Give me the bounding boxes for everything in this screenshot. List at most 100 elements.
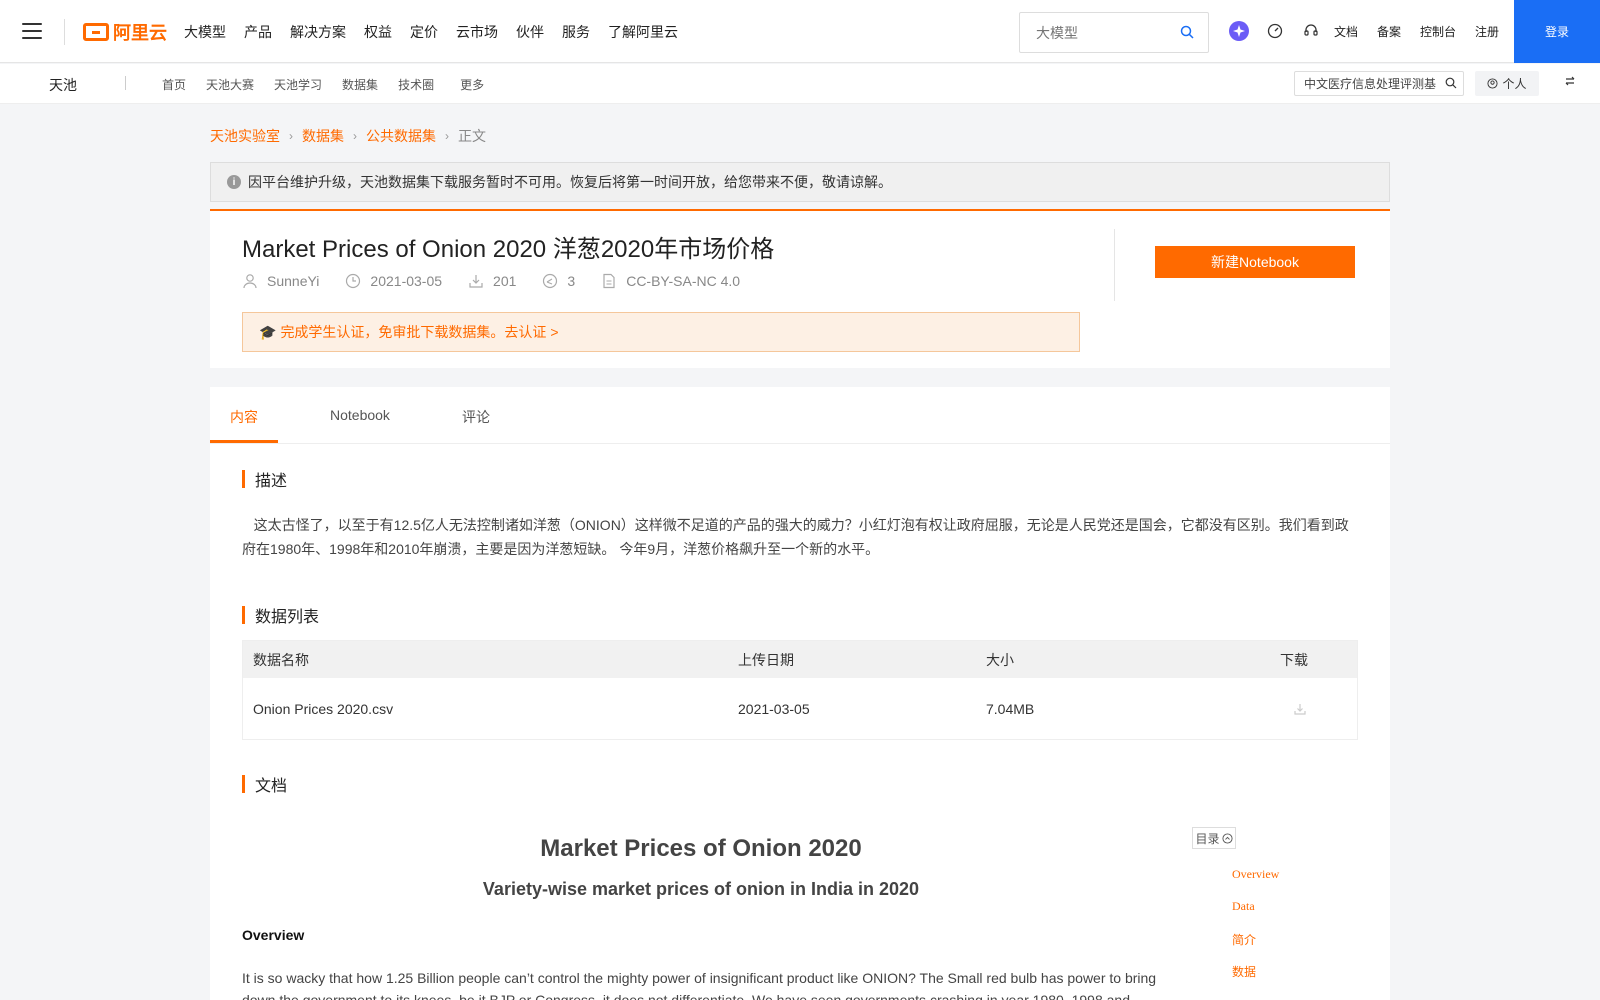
publish-date: 2021-03-05 (370, 273, 443, 289)
student-verification-banner[interactable]: 🎓 完成学生认证，免审批下载数据集。去认证 > (242, 312, 1080, 352)
toc-item-data-cn[interactable]: 数据 (1232, 963, 1256, 980)
share-count: 3 (567, 273, 576, 289)
menu-item-models[interactable]: 大模型 (184, 22, 226, 42)
logo-text: 阿里云 (113, 23, 167, 43)
dashboard-icon[interactable] (1264, 20, 1286, 42)
maintenance-notice: i 因平台维护升级，天池数据集下载服务暂时不可用。恢复后将第一时间开放，给您带来… (210, 162, 1390, 202)
customer-service-icon[interactable] (1300, 20, 1322, 42)
new-notebook-button[interactable]: 新建Notebook (1155, 246, 1355, 278)
top-search-input[interactable] (1020, 13, 1170, 52)
chevron-right-icon: › (289, 129, 293, 143)
login-button[interactable]: 登录 (1514, 0, 1600, 63)
menu-item-about[interactable]: 了解阿里云 (608, 22, 678, 42)
column-header-size: 大小 (986, 651, 1014, 668)
link-register[interactable]: 注册 (1475, 23, 1499, 40)
info-icon: i (227, 175, 241, 189)
toc-toggle-button[interactable]: 目录 (1192, 827, 1236, 849)
main-menu: 大模型 产品 解决方案 权益 定价 云市场 伙伴 服务 了解阿里云 (184, 0, 696, 63)
graduation-cap-icon: 🎓 (259, 323, 277, 340)
tianchi-search-box (1294, 71, 1464, 96)
submenu-home[interactable]: 首页 (162, 76, 186, 93)
menu-item-pricing[interactable]: 定价 (410, 22, 438, 42)
section-data-list-title: 数据列表 (242, 603, 319, 627)
hamburger-menu-icon[interactable] (22, 23, 42, 41)
search-icon[interactable] (1180, 25, 1194, 39)
divider (64, 19, 65, 45)
chevron-up-circle-icon (1221, 832, 1233, 844)
link-console[interactable]: 控制台 (1420, 23, 1456, 40)
menu-item-solutions[interactable]: 解决方案 (290, 22, 346, 42)
menu-item-benefits[interactable]: 权益 (364, 22, 392, 42)
top-links: 文档 备案 控制台 注册 (1334, 0, 1518, 63)
column-header-download: 下载 (1280, 651, 1308, 668)
meta-author: SunneYi (242, 273, 319, 289)
menu-item-marketplace[interactable]: 云市场 (456, 22, 498, 42)
search-icon[interactable] (1445, 77, 1457, 89)
dataset-meta: SunneYi 2021-03-05 201 3 CC-BY-SA-NC 4.0 (242, 273, 766, 289)
table-row: Onion Prices 2020.csv 2021-03-05 7.04MB (243, 678, 1357, 740)
section-accent-bar (242, 775, 245, 793)
breadcrumb-tianchi-lab[interactable]: 天池实验室 (210, 126, 280, 146)
submenu-learning[interactable]: 天池学习 (274, 76, 322, 93)
toc-label: 目录 (1195, 831, 1220, 846)
file-upload-date: 2021-03-05 (738, 701, 810, 717)
section-title-text: 数据列表 (255, 609, 320, 626)
user-circle-icon (1487, 78, 1499, 89)
divider (1114, 229, 1115, 301)
file-download-icon[interactable] (1293, 678, 1307, 740)
author-name: SunneYi (267, 273, 320, 289)
section-accent-bar (242, 606, 245, 624)
menu-item-services[interactable]: 服务 (562, 22, 590, 42)
submenu-more[interactable]: 更多 (460, 76, 484, 93)
document-subtitle: Variety-wise market prices of onion in I… (482, 879, 920, 899)
collapse-arrows-icon[interactable] (1564, 75, 1576, 87)
personal-button[interactable]: 个人 (1475, 71, 1539, 96)
breadcrumb-datasets[interactable]: 数据集 (302, 126, 344, 146)
document-overview-heading: Overview (242, 927, 305, 943)
breadcrumb-public-datasets[interactable]: 公共数据集 (366, 126, 436, 146)
link-docs[interactable]: 文档 (1334, 23, 1358, 40)
document-icon (603, 273, 615, 289)
link-icp-filing[interactable]: 备案 (1377, 23, 1401, 40)
breadcrumb-current: 正文 (458, 128, 486, 144)
tianchi-search-input[interactable] (1295, 72, 1441, 95)
chevron-right-icon: › (445, 129, 449, 143)
meta-date: 2021-03-05 (345, 273, 442, 289)
toc-item-intro[interactable]: 简介 (1232, 931, 1256, 948)
section-document-title: 文档 (242, 772, 287, 796)
student-verification-text[interactable]: 完成学生认证，免审批下载数据集。去认证 > (280, 322, 558, 342)
data-files-table: 数据名称 上传日期 大小 下载 Onion Prices 2020.csv 20… (242, 640, 1358, 740)
submenu-datasets[interactable]: 数据集 (342, 76, 378, 93)
section-description-title: 描述 (242, 467, 287, 491)
description-text: 这太古怪了，以至于有12.5亿人无法控制诸如洋葱（ONION）这样微不足道的产品… (242, 513, 1362, 561)
toc-item-data[interactable]: Data (1232, 899, 1255, 914)
dataset-title: Market Prices of Onion 2020 洋葱2020年市场价格 (242, 236, 775, 263)
submenu-competitions[interactable]: 天池大赛 (206, 76, 254, 93)
tianchi-menu: 首页 天池大赛 天池学习 数据集 技术圈 更多 (162, 64, 504, 104)
ai-assistant-icon[interactable] (1228, 20, 1250, 42)
table-header: 数据名称 上传日期 大小 下载 (243, 641, 1357, 678)
aliyun-logo[interactable]: 阿里云 (83, 19, 167, 45)
download-icon (469, 275, 483, 288)
personal-label: 个人 (1502, 77, 1527, 91)
tab-comments[interactable]: 评论 (462, 407, 490, 427)
meta-downloads: 201 (468, 273, 516, 289)
divider (125, 76, 126, 90)
file-name[interactable]: Onion Prices 2020.csv (253, 678, 393, 740)
toc-item-overview[interactable]: Overview (1232, 867, 1279, 882)
top-icon-group (1228, 20, 1336, 42)
tianchi-brand[interactable]: 天池 (49, 75, 77, 95)
dataset-content-panel: 内容 Notebook 评论 描述 这太古怪了，以至于有12.5亿人无法控制诸如… (210, 387, 1390, 1000)
dataset-header-card: Market Prices of Onion 2020 洋葱2020年市场价格 … (210, 209, 1390, 368)
column-header-name: 数据名称 (253, 651, 309, 668)
section-accent-bar (242, 470, 245, 488)
breadcrumb: 天池实验室 › 数据集 › 公共数据集 › 正文 (210, 126, 486, 146)
menu-item-products[interactable]: 产品 (244, 22, 272, 42)
tab-notebook[interactable]: Notebook (330, 407, 390, 423)
menu-item-partners[interactable]: 伙伴 (516, 22, 544, 42)
tab-content[interactable]: 内容 (230, 407, 258, 427)
license-text: CC-BY-SA-NC 4.0 (626, 273, 741, 289)
meta-shares: 3 (542, 273, 575, 289)
top-search-box (1019, 12, 1209, 53)
submenu-tech-circle[interactable]: 技术圈 (398, 76, 434, 93)
